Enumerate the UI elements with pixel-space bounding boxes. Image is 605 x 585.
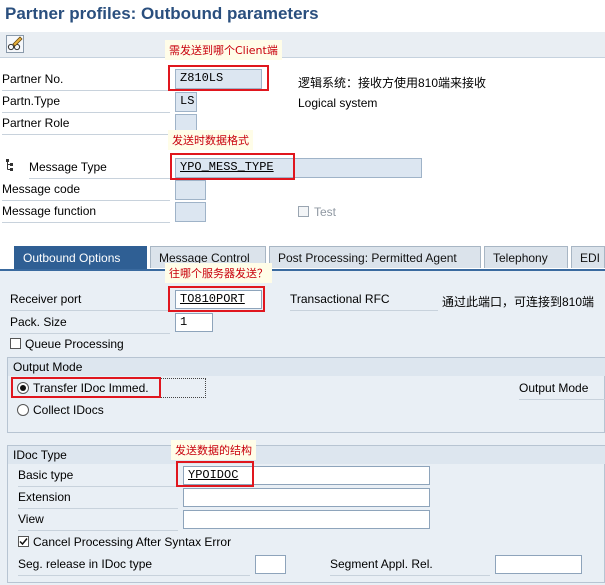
queue-processing-checkbox[interactable]: [10, 338, 21, 349]
message-code-field[interactable]: [175, 180, 206, 200]
basic-type-highlight: [176, 461, 254, 487]
partner-type-field[interactable]: LS: [175, 92, 197, 112]
tab-outbound-options[interactable]: Outbound Options: [14, 246, 147, 269]
receiver-port-note: 通过此端口，可连接到810端: [442, 295, 595, 309]
page-title: Partner profiles: Outbound parameters: [5, 4, 319, 23]
idoc-type-title: IDoc Type: [8, 446, 605, 464]
client-annotation: 需发送到哪个Client端: [165, 40, 282, 60]
partner-type-description: Logical system: [298, 96, 378, 110]
cancel-processing-checkbox[interactable]: [18, 536, 29, 547]
test-checkbox[interactable]: [298, 206, 309, 217]
structure-annotation: 发送数据的结构: [171, 440, 256, 460]
receiver-port-description: Transactional RFC: [290, 292, 438, 311]
partner-no-note: 逻辑系统：接收方使用810端来接收: [298, 76, 487, 90]
basic-type-label: Basic type: [18, 468, 178, 487]
message-type-label: Message Type: [29, 160, 170, 179]
transfer-immed-highlight: [11, 377, 161, 398]
tab-edi[interactable]: EDI: [571, 246, 605, 268]
server-annotation: 往哪个服务器发送？: [165, 263, 272, 283]
receiver-port-label: Receiver port: [10, 292, 170, 311]
format-annotation: 发送时数据格式: [168, 130, 253, 150]
checkmark-icon: [19, 538, 28, 546]
partner-no-highlight: [168, 65, 269, 91]
tree-icon: [6, 158, 14, 172]
queue-processing-label: Queue Processing: [25, 337, 124, 351]
message-type-highlight: [170, 153, 295, 180]
seg-release-label: Seg. release in IDoc type: [18, 557, 250, 576]
collect-idocs-radio[interactable]: [17, 404, 29, 416]
message-code-label: Message code: [2, 182, 170, 201]
pack-size-field[interactable]: 1: [175, 313, 213, 332]
application-toolbar: [0, 32, 605, 58]
output-mode-right-label: Output Mode: [519, 381, 605, 400]
collect-idocs-label: Collect IDocs: [33, 403, 104, 417]
partner-no-label: Partner No.: [2, 72, 170, 91]
segment-appl-label: Segment Appl. Rel.: [330, 557, 490, 576]
test-label: Test: [314, 205, 337, 219]
partner-role-label: Partner Role: [2, 116, 170, 135]
extension-field[interactable]: [183, 488, 430, 507]
tab-telephony[interactable]: Telephony: [484, 246, 568, 268]
extension-label: Extension: [18, 490, 178, 509]
message-function-field[interactable]: [175, 202, 206, 222]
pencil-glasses-icon: [7, 36, 23, 51]
display-change-button[interactable]: [6, 35, 24, 53]
receiver-port-highlight: [168, 286, 265, 312]
segment-appl-field[interactable]: [495, 555, 582, 574]
message-function-label: Message function: [2, 204, 170, 223]
seg-release-field[interactable]: [255, 555, 286, 574]
partner-type-label: Partn.Type: [2, 94, 170, 113]
output-mode-title: Output Mode: [8, 358, 605, 376]
cancel-processing-label: Cancel Processing After Syntax Error: [33, 535, 232, 549]
view-label: View: [18, 512, 178, 531]
tab-post-processing[interactable]: Post Processing: Permitted Agent: [269, 246, 481, 268]
view-field[interactable]: [183, 510, 430, 529]
pack-size-label: Pack. Size: [10, 315, 170, 334]
